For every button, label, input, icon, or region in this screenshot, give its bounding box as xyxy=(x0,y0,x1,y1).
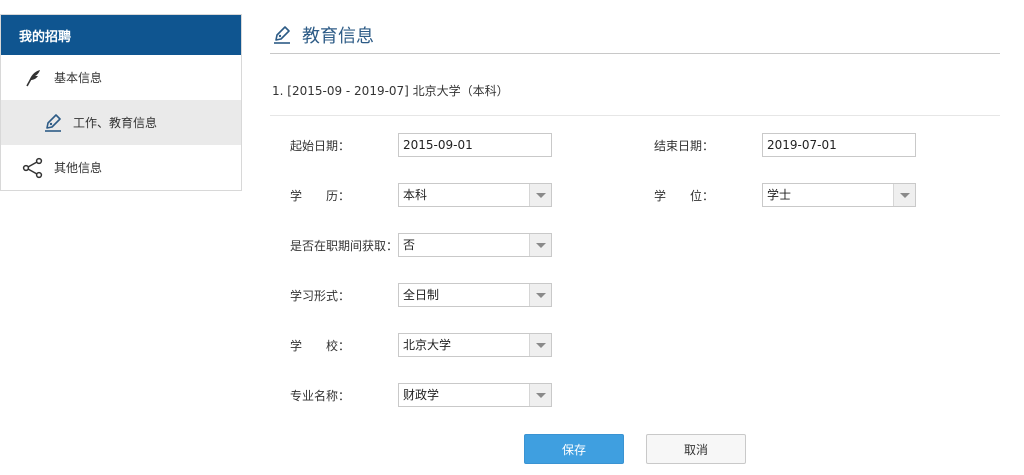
sidebar-item-basic-info[interactable]: 基本信息 xyxy=(1,55,241,100)
sidebar-header: 我的招聘 xyxy=(1,15,241,55)
chevron-down-icon[interactable] xyxy=(529,384,551,406)
sidebar-item-other-info[interactable]: 其他信息 xyxy=(1,145,241,190)
school-value: 北京大学 xyxy=(403,338,452,352)
page-title: 教育信息 xyxy=(302,25,374,47)
edit-icon xyxy=(41,111,65,135)
study-form-value: 全日制 xyxy=(403,288,440,302)
cancel-button[interactable]: 取消 xyxy=(646,434,746,464)
feather-icon xyxy=(21,66,45,90)
education-value: 本科 xyxy=(403,188,428,202)
sidebar: 我的招聘 基本信息 工作、教育信息 其他信息 xyxy=(0,14,242,191)
education-label: 学 历： xyxy=(290,189,351,203)
chevron-down-icon[interactable] xyxy=(529,234,551,256)
major-label: 专业名称： xyxy=(290,389,351,403)
during-employment-select[interactable]: 否 xyxy=(398,233,552,257)
sidebar-item-label: 其他信息 xyxy=(54,161,103,175)
major-value: 财政学 xyxy=(403,388,440,402)
major-select[interactable]: 财政学 xyxy=(398,383,552,407)
edit-icon xyxy=(270,23,294,47)
end-date-input[interactable]: 2019-07-01 xyxy=(762,133,916,157)
degree-label: 学 位： xyxy=(654,189,715,203)
sidebar-item-label: 基本信息 xyxy=(54,71,103,85)
sidebar-item-label: 工作、教育信息 xyxy=(73,116,158,130)
record-title: 1. [2015-09 - 2019-07] 北京大学（本科） xyxy=(272,84,509,98)
school-select[interactable]: 北京大学 xyxy=(398,333,552,357)
chevron-down-icon[interactable] xyxy=(529,284,551,306)
start-date-label: 起始日期： xyxy=(290,139,351,153)
page-header: 教育信息 xyxy=(270,16,1000,54)
sidebar-item-work-education[interactable]: 工作、教育信息 xyxy=(1,100,241,145)
save-button[interactable]: 保存 xyxy=(524,434,624,464)
chevron-down-icon[interactable] xyxy=(893,184,915,206)
during-employment-value: 否 xyxy=(403,238,416,252)
start-date-input[interactable]: 2015-09-01 xyxy=(398,133,552,157)
school-label: 学 校： xyxy=(290,339,351,353)
chevron-down-icon[interactable] xyxy=(529,184,551,206)
chevron-down-icon[interactable] xyxy=(529,334,551,356)
study-form-label: 学习形式： xyxy=(290,289,351,303)
degree-select[interactable]: 学士 xyxy=(762,183,916,207)
end-date-label: 结束日期： xyxy=(654,139,715,153)
share-icon xyxy=(21,156,45,180)
education-select[interactable]: 本科 xyxy=(398,183,552,207)
degree-value: 学士 xyxy=(767,188,792,202)
study-form-select[interactable]: 全日制 xyxy=(398,283,552,307)
divider xyxy=(270,115,1000,116)
during-employment-label: 是否在职期间获取： xyxy=(290,239,399,253)
